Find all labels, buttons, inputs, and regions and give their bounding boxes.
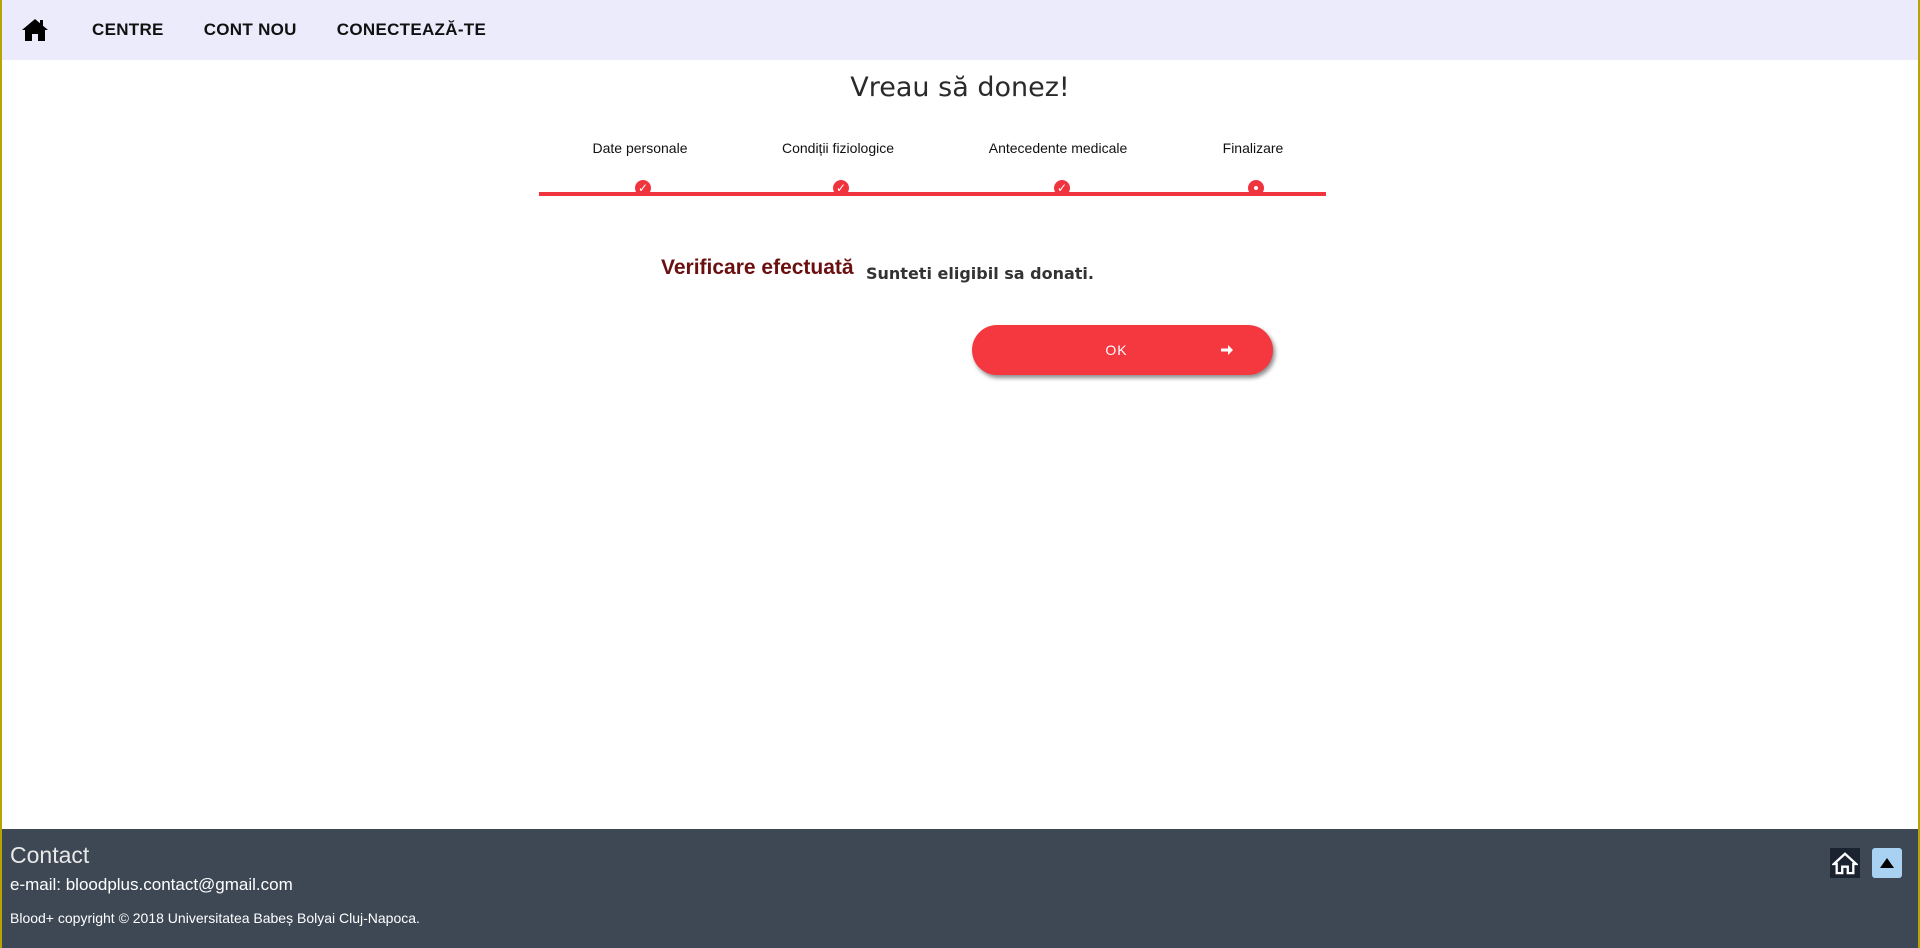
footer-title: Contact	[10, 842, 90, 868]
footer-copyright: Blood+ copyright © 2018 Universitatea Ba…	[10, 910, 420, 926]
ok-button-label: OK	[1105, 342, 1128, 358]
check-icon: ✓	[1054, 180, 1070, 196]
stepper-line	[539, 192, 1326, 196]
scroll-top-icon	[1880, 858, 1894, 868]
home-icon	[22, 19, 48, 41]
footer: Contact e-mail: bloodplus.contact@gmail.…	[2, 829, 1918, 948]
verification-message: Sunteti eligibil sa donati.	[866, 264, 1094, 283]
ok-button[interactable]: OK	[972, 325, 1273, 375]
check-icon: ✓	[635, 180, 651, 196]
step-label: Antecedente medicale	[988, 140, 1128, 156]
page-title: Vreau să donez!	[850, 72, 1070, 103]
step-date-personale: Date personale	[593, 140, 688, 156]
verification-title: Verificare efectuată	[661, 256, 854, 279]
step-conditii-fiziologice: Condiții fiziologice	[782, 140, 894, 156]
nav-link-conecteaza-te[interactable]: CONECTEAZĂ-TE	[337, 20, 486, 40]
step-finalizare: Finalizare	[1223, 140, 1284, 156]
nav-home-button[interactable]	[20, 15, 50, 45]
step-label: Condiții fiziologice	[781, 140, 895, 156]
progress-stepper: Date personale ✓ Condiții fiziologice ✓ …	[539, 140, 1326, 200]
step-label: Date personale	[592, 140, 688, 156]
step-antecedente-medicale: Antecedente medicale	[989, 140, 1128, 156]
active-step-icon	[1248, 180, 1264, 196]
footer-home-button[interactable]	[1830, 848, 1860, 878]
arrow-right-icon	[1221, 345, 1233, 355]
scroll-top-button[interactable]	[1872, 848, 1902, 878]
nav-link-centre[interactable]: CENTRE	[92, 20, 164, 40]
top-navbar: CENTRE CONT NOU CONECTEAZĂ-TE	[2, 0, 1918, 60]
check-icon: ✓	[833, 180, 849, 196]
footer-email[interactable]: e-mail: bloodplus.contact@gmail.com	[10, 875, 293, 895]
page-frame: CENTRE CONT NOU CONECTEAZĂ-TE Vreau să d…	[0, 0, 1920, 948]
step-label: Finalizare	[1222, 140, 1284, 156]
nav-link-cont-nou[interactable]: CONT NOU	[204, 20, 297, 40]
home-icon	[1832, 852, 1858, 875]
